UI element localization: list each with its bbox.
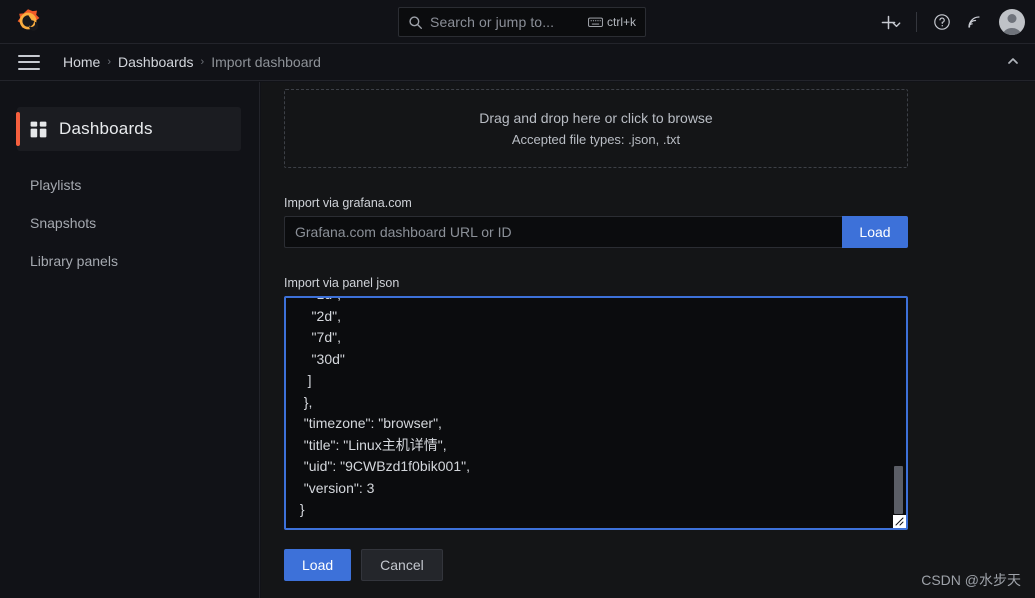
search-shortcut-hint: ctrl+k <box>588 15 636 29</box>
scrollbar-thumb[interactable] <box>894 466 903 514</box>
search-icon <box>408 15 423 30</box>
top-right-actions <box>876 0 1025 44</box>
sidebar-item-playlists[interactable]: Playlists <box>0 166 259 204</box>
watermark-text: CSDN @水步天 <box>921 572 1021 588</box>
cancel-button[interactable]: Cancel <box>361 549 443 581</box>
chevron-down-icon <box>891 17 902 28</box>
panel-json-scrollbar[interactable] <box>894 302 903 514</box>
grafana-import-dashboard-page: Search or jump to... ctrl+k Home › Dashb… <box>0 0 1035 598</box>
toolbar-divider <box>916 12 917 32</box>
rss-icon <box>965 13 983 31</box>
breadcrumb-item-dashboards[interactable]: Dashboards <box>118 54 194 70</box>
import-dashboard-content: Upload dashboard JSON file Drag and drop… <box>261 82 1035 598</box>
help-button[interactable] <box>927 7 957 37</box>
global-search-box[interactable]: Search or jump to... ctrl+k <box>398 7 646 37</box>
file-dropzone[interactable]: Drag and drop here or click to browse Ac… <box>284 89 908 168</box>
chevron-up-icon <box>1006 54 1020 73</box>
breadcrumb-bar: Home › Dashboards › Import dashboard <box>0 44 1035 81</box>
user-avatar[interactable] <box>999 9 1025 35</box>
textarea-resize-handle[interactable] <box>893 515 906 528</box>
breadcrumb-separator: › <box>107 55 112 68</box>
grafana-logo-button[interactable] <box>0 0 56 44</box>
top-navigation-bar: Search or jump to... ctrl+k <box>0 0 1035 44</box>
search-shortcut-label: ctrl+k <box>606 15 636 29</box>
keyboard-icon <box>588 17 603 28</box>
sidebar-sub-items: Playlists Snapshots Library panels <box>0 166 259 280</box>
breadcrumb-item-home[interactable]: Home <box>63 54 100 70</box>
sidebar-item-label: Dashboards <box>59 119 153 138</box>
search-placeholder: Search or jump to... <box>430 14 555 30</box>
grafana-com-load-button[interactable]: Load <box>842 216 908 248</box>
upload-section-title: Upload dashboard JSON file <box>284 82 908 84</box>
news-button[interactable] <box>959 7 989 37</box>
sidebar-item-dashboards[interactable]: Dashboards <box>16 107 241 151</box>
breadcrumb-separator: › <box>200 55 205 68</box>
add-new-button[interactable] <box>876 7 906 37</box>
grafana-logo-icon <box>15 8 41 35</box>
form-actions: Load Cancel <box>284 549 908 581</box>
breadcrumb: Home › Dashboards › Import dashboard <box>63 54 321 70</box>
panel-json-textarea[interactable] <box>286 298 906 528</box>
resize-grip-icon <box>895 513 904 529</box>
panel-json-label: Import via panel json <box>284 276 400 290</box>
panel-json-field <box>284 296 908 530</box>
grafana-com-label: Import via grafana.com <box>284 196 412 210</box>
load-button[interactable]: Load <box>284 549 352 581</box>
collapse-section-button[interactable] <box>1003 53 1023 73</box>
sidebar-item-library-panels[interactable]: Library panels <box>0 242 259 280</box>
sidebar-navigation: Dashboards Playlists Snapshots Library p… <box>0 82 260 598</box>
grafana-com-url-input[interactable] <box>284 216 842 248</box>
grafana-com-import-row: Load <box>284 216 908 248</box>
sidebar-item-snapshots[interactable]: Snapshots <box>0 204 259 242</box>
help-circle-icon <box>933 13 951 31</box>
dropzone-primary-text: Drag and drop here or click to browse <box>479 110 713 126</box>
dropzone-accepted-types: Accepted file types: .json, .txt <box>511 132 681 147</box>
sidebar-item-label: Playlists <box>30 177 82 193</box>
hamburger-menu-icon[interactable] <box>18 54 40 70</box>
grid-icon <box>30 121 47 138</box>
sidebar-item-label: Library panels <box>30 253 118 269</box>
sidebar-item-label: Snapshots <box>30 215 97 231</box>
breadcrumb-item-import-dashboard: Import dashboard <box>211 54 321 70</box>
